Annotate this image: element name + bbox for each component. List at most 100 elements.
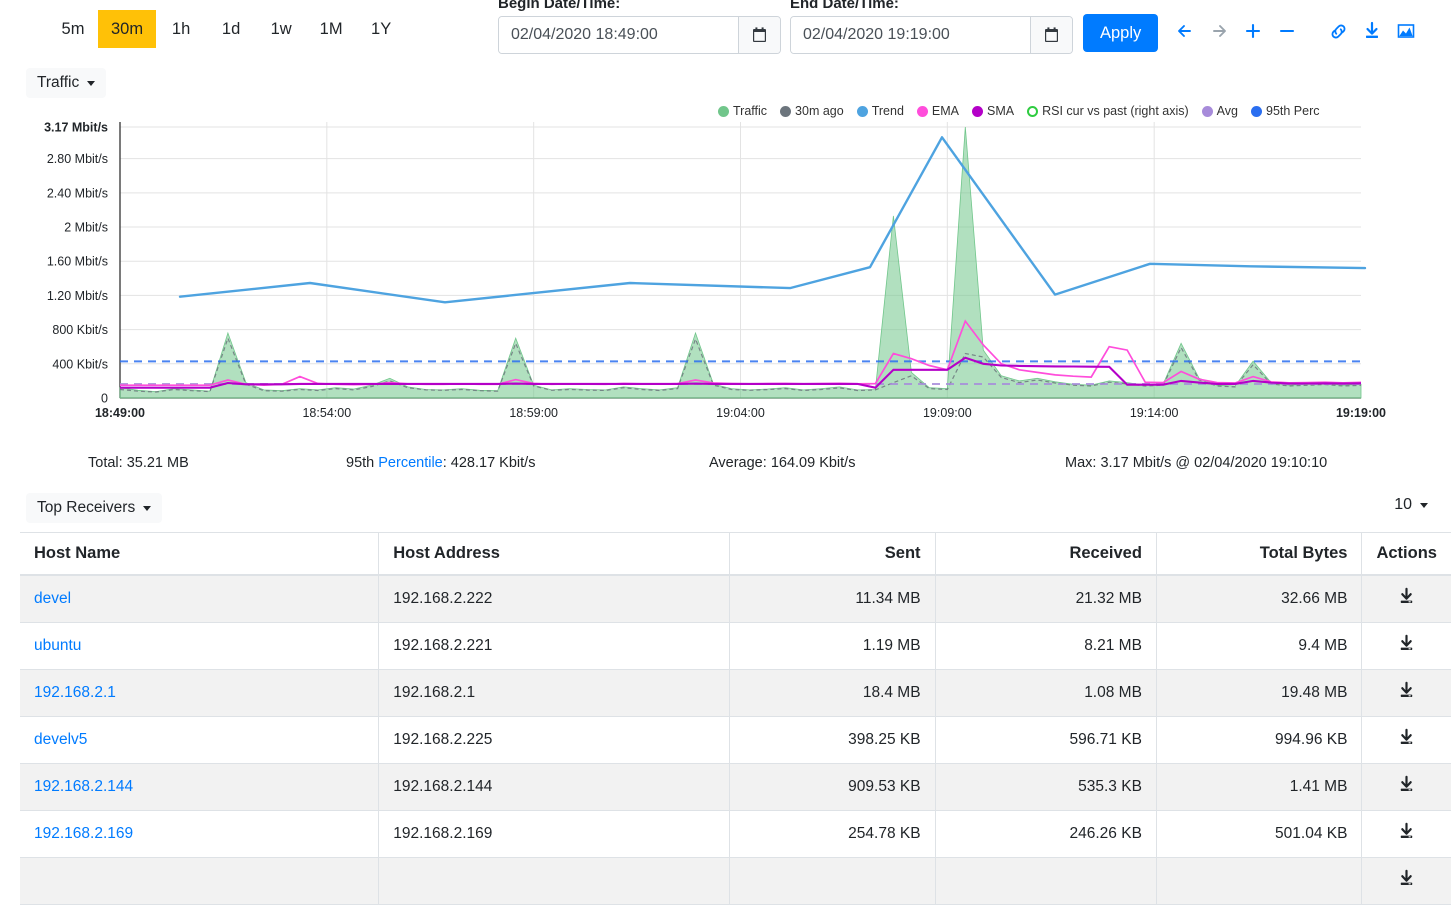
apply-button[interactable]: Apply — [1083, 14, 1159, 52]
y-axis-tick: 1.20 Mbit/s — [47, 289, 108, 303]
host-link[interactable]: 192.168.2.144 — [34, 778, 133, 795]
cell-sent: 18.4 MB — [729, 669, 936, 717]
download-icon[interactable] — [1397, 728, 1416, 752]
chart-icon[interactable] — [1389, 16, 1423, 46]
cell-host-name: develv5 — [20, 716, 380, 764]
arrow-right-icon[interactable] — [1202, 16, 1236, 46]
begin-datetime-input[interactable] — [499, 17, 738, 53]
cell-received: 596.71 KB — [935, 716, 1157, 764]
calendar-icon[interactable] — [738, 17, 780, 53]
host-link[interactable]: develv5 — [34, 731, 87, 748]
col-received[interactable]: Received — [935, 532, 1157, 576]
cell-received: 246.26 KB — [935, 810, 1157, 858]
cell-host-name: devel — [20, 575, 380, 623]
cell-sent: 909.53 KB — [729, 763, 936, 811]
y-axis-tick: 2.80 Mbit/s — [47, 152, 108, 166]
table-controls: Top Receivers 10 — [0, 493, 1451, 533]
cell-host-name: ubuntu — [20, 622, 380, 670]
hosts-table: Host Name Host Address Sent Received Tot… — [20, 532, 1451, 905]
chevron-down-icon — [87, 80, 96, 86]
col-host-address[interactable]: Host Address — [378, 532, 731, 576]
metric-select-dropdown[interactable]: Traffic — [26, 68, 107, 98]
calendar-icon[interactable] — [1030, 17, 1072, 53]
cell-total-bytes: 994.96 KB — [1156, 716, 1363, 764]
col-host-name[interactable]: Host Name — [20, 532, 380, 576]
download-icon[interactable] — [1397, 634, 1416, 658]
cell-received: 1.08 MB — [935, 669, 1157, 717]
range-button-1m[interactable]: 1M — [306, 10, 356, 48]
table-header: Host Name Host Address Sent Received Tot… — [20, 532, 1451, 576]
cell-host-name: 192.168.2.144 — [20, 763, 380, 811]
cell-received — [935, 857, 1157, 905]
page-size-value: 10 — [1394, 496, 1412, 513]
percentile-link[interactable]: Percentile — [378, 455, 442, 471]
table-row[interactable]: 192.168.2.169 192.168.2.169 254.78 KB 246.2… — [20, 810, 1451, 858]
range-button-1h[interactable]: 1h — [156, 10, 206, 48]
table-body: devel 192.168.2.222 11.34 MB 21.32 MB 32.66 … — [20, 575, 1451, 905]
x-axis-tick: 19:04:00 — [716, 406, 765, 420]
cell-host-address: 192.168.2.144 — [378, 763, 731, 811]
top-receivers-dropdown[interactable]: Top Receivers — [26, 493, 163, 523]
download-icon[interactable] — [1397, 822, 1416, 846]
chart-action-icons — [1168, 16, 1423, 46]
col-sent[interactable]: Sent — [729, 532, 936, 576]
download-icon[interactable] — [1355, 16, 1389, 46]
cell-total-bytes: 19.48 MB — [1156, 669, 1363, 717]
y-axis-tick: 3.17 Mbit/s — [44, 121, 108, 135]
series-trend — [178, 136, 1367, 304]
table-row[interactable]: ubuntu 192.168.2.221 1.19 MB 8.21 MB 9.4 MB — [20, 622, 1451, 670]
cell-total-bytes: 1.41 MB — [1156, 763, 1363, 811]
download-icon[interactable] — [1397, 681, 1416, 705]
download-icon[interactable] — [1397, 587, 1416, 611]
cell-sent: 1.19 MB — [729, 622, 936, 670]
host-link[interactable]: 192.168.2.169 — [34, 825, 133, 842]
x-axis-tick: 19:14:00 — [1130, 406, 1179, 420]
stat-average: Average: 164.09 Kbit/s — [709, 455, 855, 471]
cell-actions — [1361, 622, 1451, 670]
stat-average-label: Average: — [709, 455, 767, 471]
chevron-down-icon — [143, 505, 152, 511]
cell-sent: 254.78 KB — [729, 810, 936, 858]
cell-host-address: 192.168.2.225 — [378, 716, 731, 764]
table-row[interactable]: 192.168.2.1 192.168.2.1 18.4 MB 1.08 MB 19.4… — [20, 669, 1451, 717]
table-row[interactable]: develv5 192.168.2.225 398.25 KB 596.71 KB 99… — [20, 716, 1451, 764]
host-link[interactable]: devel — [34, 590, 71, 607]
time-range-group: 5m 30m 1h 1d 1w 1M 1Y — [48, 10, 406, 48]
stat-percentile-value: 428.17 Kbit/s — [450, 455, 536, 471]
stat-max: Max: 3.17 Mbit/s @ 02/04/2020 19:10:10 — [1065, 455, 1327, 471]
col-total-bytes[interactable]: Total Bytes — [1156, 532, 1363, 576]
page-size-dropdown[interactable]: 10 — [1388, 495, 1434, 515]
range-button-1w[interactable]: 1w — [256, 10, 306, 48]
download-icon[interactable] — [1397, 775, 1416, 799]
cell-host-address: 192.168.2.222 — [378, 575, 731, 623]
stat-max-value: 3.17 Mbit/s @ 02/04/2020 19:10:10 — [1100, 455, 1328, 471]
table-row[interactable] — [20, 857, 1451, 905]
y-axis-tick: 0 — [101, 392, 108, 406]
zoom-out-icon[interactable] — [1270, 16, 1304, 46]
traffic-chart: Traffic 30m ago Trend EMA SMA RSI cur vs past… — [0, 100, 1451, 430]
chevron-down-icon — [1420, 502, 1428, 508]
range-button-1y[interactable]: 1Y — [356, 10, 406, 48]
arrow-left-icon[interactable] — [1168, 16, 1202, 46]
chart-plot-area[interactable]: 0 400 Kbit/s 800 Kbit/s 1.20 Mbit/s 1.60 Mbi… — [0, 100, 1451, 430]
x-axis-tick: 19:09:00 — [923, 406, 972, 420]
cell-total-bytes: 32.66 MB — [1156, 575, 1363, 623]
link-icon[interactable] — [1321, 16, 1355, 46]
table-row[interactable]: 192.168.2.144 192.168.2.144 909.53 KB 535.3… — [20, 763, 1451, 811]
cell-received: 8.21 MB — [935, 622, 1157, 670]
x-axis-tick: 19:19:00 — [1336, 406, 1386, 420]
cell-host-address — [378, 857, 731, 905]
download-icon[interactable] — [1397, 869, 1416, 893]
top-receivers-label: Top Receivers — [37, 499, 136, 516]
end-datetime-input[interactable] — [791, 17, 1030, 53]
range-button-1d[interactable]: 1d — [206, 10, 256, 48]
host-link[interactable]: ubuntu — [34, 637, 81, 654]
stat-total-value: 35.21 MB — [126, 455, 189, 471]
zoom-in-icon[interactable] — [1236, 16, 1270, 46]
table-row[interactable]: devel 192.168.2.222 11.34 MB 21.32 MB 32.66 … — [20, 575, 1451, 623]
host-link[interactable]: 192.168.2.1 — [34, 684, 116, 701]
cell-actions — [1361, 810, 1451, 858]
range-button-30m[interactable]: 30m — [98, 10, 157, 48]
range-button-5m[interactable]: 5m — [48, 10, 98, 48]
end-datetime-block: End Date/Time: — [790, 0, 1073, 54]
